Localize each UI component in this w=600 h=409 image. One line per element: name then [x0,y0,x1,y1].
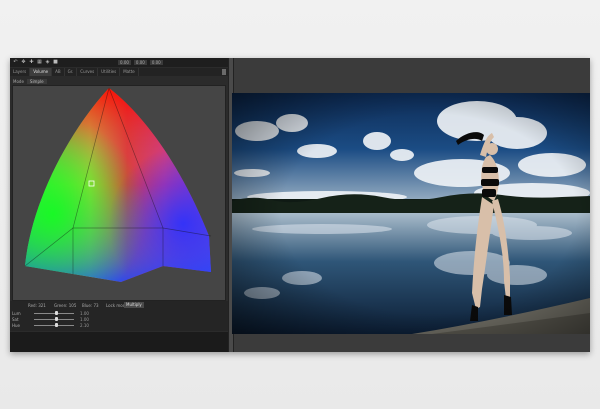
tab-volume[interactable]: Volume [30,68,53,76]
toolbar-field-3[interactable]: 0.00 [149,60,163,65]
hue-slider-knob[interactable] [55,323,58,327]
toolbar-field-1[interactable]: 0.00 [118,60,131,65]
stat-green: Green: 105 [54,303,77,308]
sat-slider-knob[interactable] [55,317,58,321]
grid-icon[interactable]: ▦ [37,60,42,65]
crosshair-icon[interactable]: ✚ [29,60,34,65]
panel-footer [10,332,228,352]
sat-value: 1.00 [80,317,89,322]
panel-tabs: Layers Volume AB Gr. Curves Utilities Ma… [10,68,228,76]
tab-gr[interactable]: Gr. [65,68,78,76]
hue-slider[interactable] [34,325,74,326]
tab-ab[interactable]: AB [52,68,65,76]
toolbar: ↶ ✥ ✚ ▦ ◈ ■ 0.00 0.00 0.00 [10,58,228,67]
move-icon[interactable]: ✥ [21,60,26,65]
sat-slider[interactable] [34,319,74,320]
mode-bar: Mode Simple [10,77,228,85]
undo-icon[interactable]: ↶ [13,60,18,65]
tab-matte[interactable]: Matte [120,68,139,76]
toolbar-field-2[interactable]: 0.00 [133,60,147,65]
color-wedge-graphic [24,87,212,282]
lum-slider[interactable] [34,313,74,314]
square-icon[interactable]: ■ [53,60,58,65]
slider-label-sat: Sat [12,317,19,322]
color-volume-panel: ↶ ✥ ✚ ▦ ◈ ■ 0.00 0.00 0.00 Layers Volume… [10,58,228,352]
node-icon[interactable]: ◈ [45,60,50,65]
stat-blue: Blue: 73 [82,303,99,308]
lum-slider-knob[interactable] [55,311,58,315]
slider-label-lum: Lum [12,311,21,316]
lum-value: 1.00 [80,311,89,316]
photo-image [232,93,590,334]
stat-red: Red: 321 [28,303,46,308]
panel-menu-icon[interactable] [222,69,226,75]
slider-label-hue: Hue [12,323,21,328]
app-window: ↶ ✥ ✚ ▦ ◈ ■ 0.00 0.00 0.00 Layers Volume… [10,58,590,352]
auto-mode-select[interactable]: Multiply [124,302,144,308]
tab-utilities[interactable]: Utilities [98,68,121,76]
photo-viewer[interactable] [232,93,590,334]
color-wedge-canvas[interactable] [12,85,226,301]
adjustment-controls: Red: 321 Green: 105 Blue: 73 Lock mode M… [10,301,228,331]
mode-label: Mode [13,78,24,84]
hue-value: 2.10 [80,323,89,328]
tab-layers[interactable]: Layers [10,68,31,76]
mode-select[interactable]: Simple [26,78,47,84]
tab-curves[interactable]: Curves [77,68,99,76]
